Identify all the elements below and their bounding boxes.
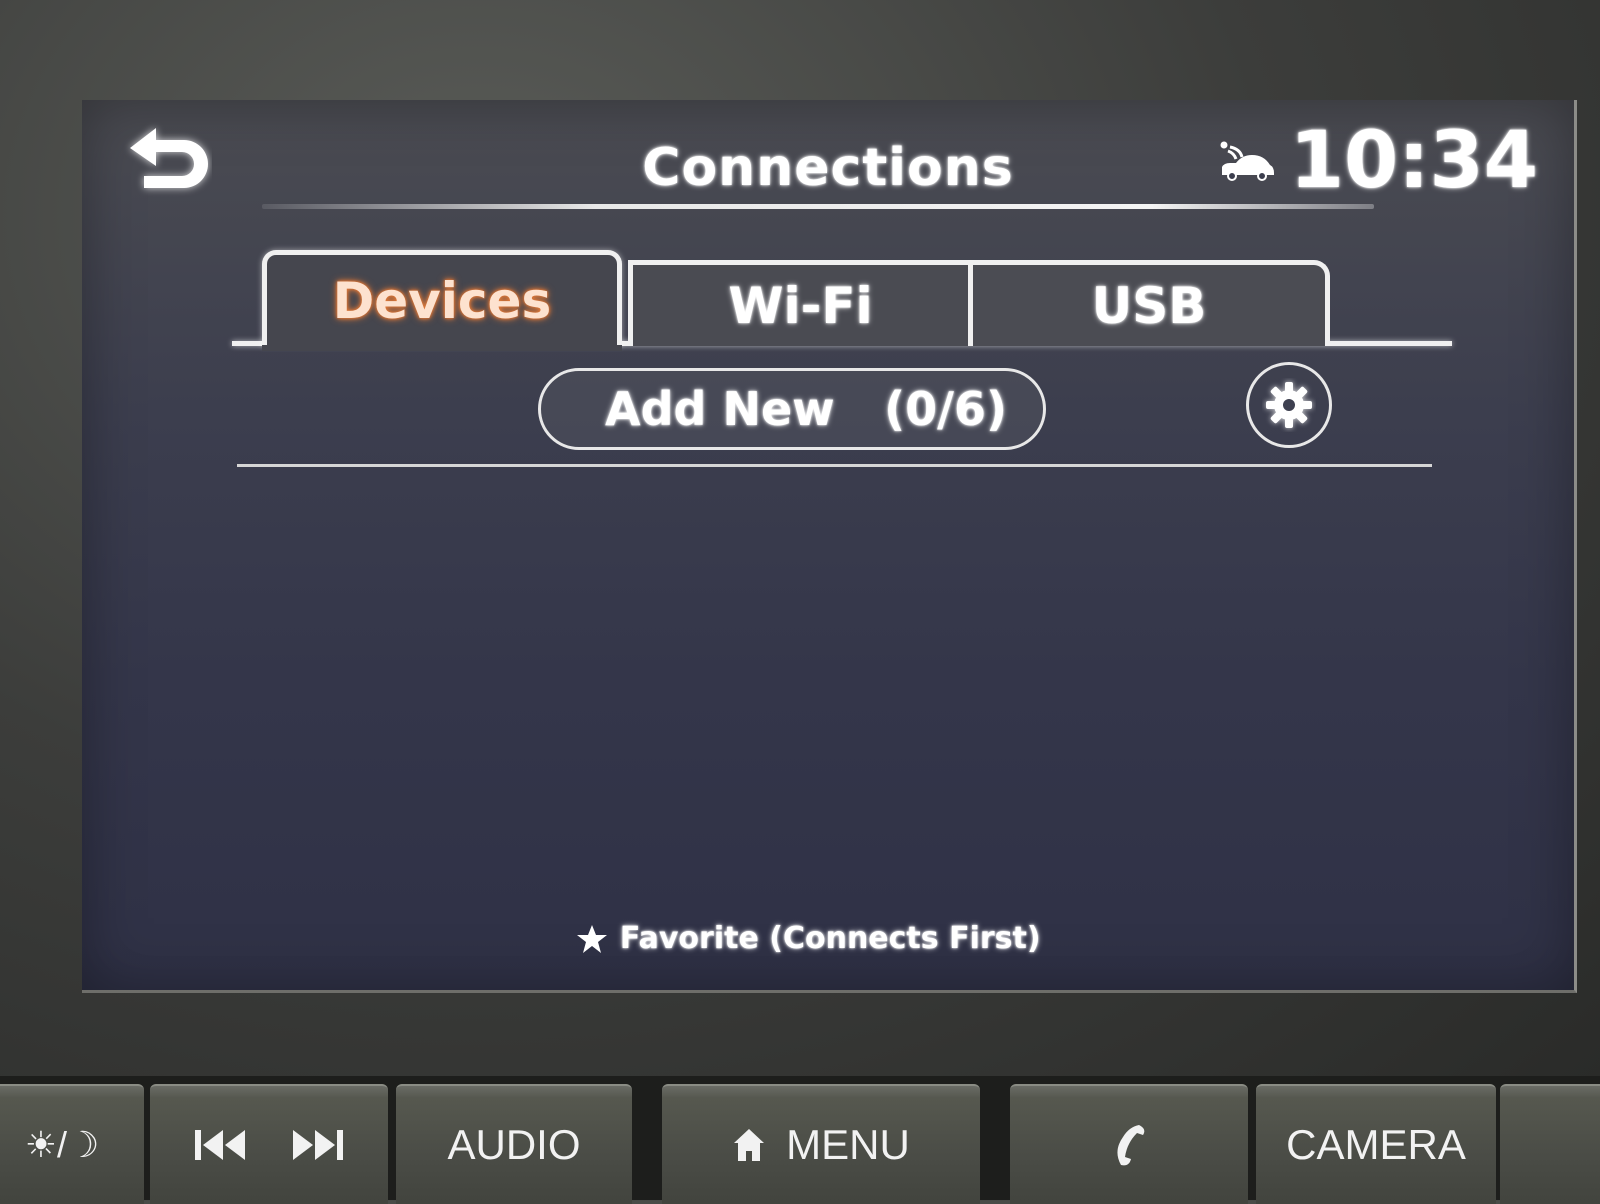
- previous-track-icon: [195, 1130, 245, 1160]
- add-new-device-button[interactable]: Add New (0/6): [538, 368, 1046, 450]
- clock: 10:34: [1289, 116, 1538, 206]
- favorite-note-text: Favorite (Connects First): [619, 921, 1041, 956]
- next-track-icon: [293, 1130, 343, 1160]
- extra-key[interactable]: [1500, 1084, 1600, 1204]
- status-area: 10:34: [1218, 116, 1538, 206]
- menu-key[interactable]: MENU: [662, 1084, 980, 1204]
- favorite-legend: Favorite (Connects First): [82, 920, 1534, 956]
- day-night-key[interactable]: ☀/☽: [0, 1084, 144, 1204]
- phone-key[interactable]: [1010, 1084, 1248, 1204]
- header-divider: [262, 204, 1374, 209]
- audio-label: AUDIO: [447, 1121, 581, 1168]
- connected-car-icon: [1220, 141, 1274, 181]
- hard-key-panel: ☀/☽ AUDIO MENU CAMERA: [0, 1076, 1600, 1204]
- gear-icon: [1266, 382, 1312, 428]
- phone-icon: [1117, 1125, 1145, 1166]
- tab-devices-label: Devices: [332, 271, 552, 330]
- home-icon: [734, 1129, 765, 1161]
- tab-wifi[interactable]: Wi-Fi: [628, 260, 968, 346]
- camera-label: CAMERA: [1286, 1121, 1466, 1168]
- audio-key[interactable]: AUDIO: [396, 1084, 632, 1204]
- track-key[interactable]: [150, 1084, 388, 1204]
- infotainment-screen: Connections 10:34 Devices Wi-Fi USB Add …: [82, 100, 1577, 993]
- tab-devices[interactable]: Devices: [262, 250, 622, 351]
- tab-usb-label: USB: [1091, 276, 1207, 335]
- device-count: (0/6): [884, 382, 1007, 436]
- camera-key[interactable]: CAMERA: [1256, 1084, 1496, 1204]
- menu-label: MENU: [786, 1121, 910, 1168]
- settings-button[interactable]: [1246, 362, 1332, 448]
- star-icon: [577, 924, 608, 953]
- tab-bar: Devices Wi-Fi USB: [232, 246, 1452, 351]
- tab-usb[interactable]: USB: [968, 260, 1330, 346]
- device-list: [237, 470, 1432, 900]
- list-divider: [237, 464, 1432, 467]
- device-toolbar: Add New (0/6): [232, 362, 1452, 472]
- add-new-label: Add New: [605, 382, 835, 436]
- tab-wifi-label: Wi-Fi: [728, 276, 873, 335]
- day-night-label: ☀/☽: [24, 1124, 100, 1165]
